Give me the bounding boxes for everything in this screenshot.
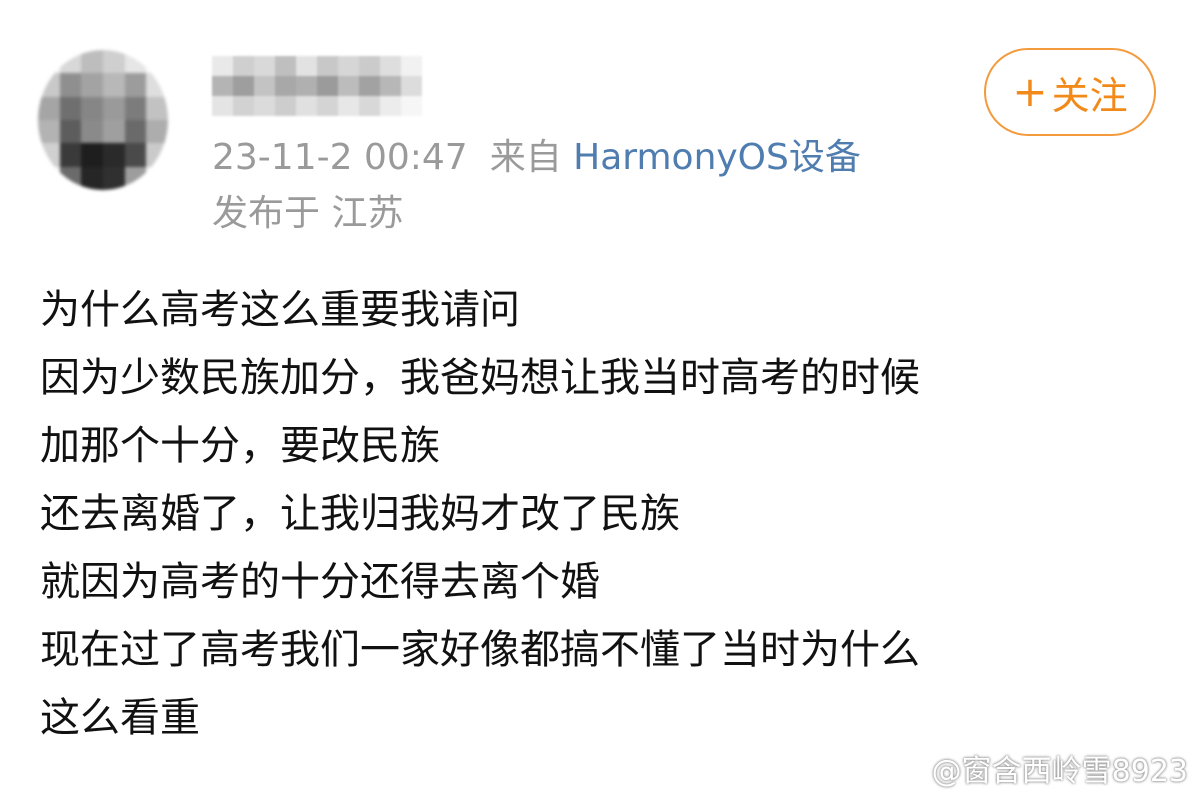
watermark: @窗含西岭雪8923 (886, 754, 1188, 790)
post-body-line: 为什么高考这么重要我请问 (40, 287, 520, 333)
timestamp: 23-11-2 00:47 (212, 137, 468, 178)
post-body-line: 因为少数民族加分，我爸妈想让我当时高考的时候 (40, 355, 920, 401)
follow-button[interactable]: + 关注 (984, 48, 1156, 136)
post-body-line: 加那个十分，要改民族 (40, 423, 440, 469)
watermark-text: @窗含西岭雪8923 (931, 754, 1188, 789)
username[interactable] (212, 56, 422, 116)
source-prefix: 来自 (489, 137, 562, 178)
post-location: 发布于 江苏 (212, 193, 404, 234)
post-body-line: 这么看重 (40, 695, 200, 741)
post-body: 为什么高考这么重要我请问 因为少数民族加分，我爸妈想让我当时高考的时候 加那个十… (40, 276, 1180, 752)
weibo-post: 23-11-2 00:47 来自 HarmonyOS设备 发布于 江苏 + 关注 … (0, 0, 1200, 800)
post-body-line: 现在过了高考我们一家好像都搞不懂了当时为什么 (40, 627, 920, 673)
post-body-line: 就因为高考的十分还得去离个婚 (40, 559, 600, 605)
weibo-icon (887, 760, 923, 787)
avatar[interactable] (38, 50, 168, 190)
post-meta: 23-11-2 00:47 来自 HarmonyOS设备 (212, 136, 861, 180)
plus-icon: + (1012, 67, 1048, 116)
post-body-line: 还去离婚了，让我归我妈才改了民族 (40, 491, 680, 537)
follow-button-label: 关注 (1051, 73, 1128, 118)
source-device-link[interactable]: HarmonyOS设备 (573, 137, 861, 178)
